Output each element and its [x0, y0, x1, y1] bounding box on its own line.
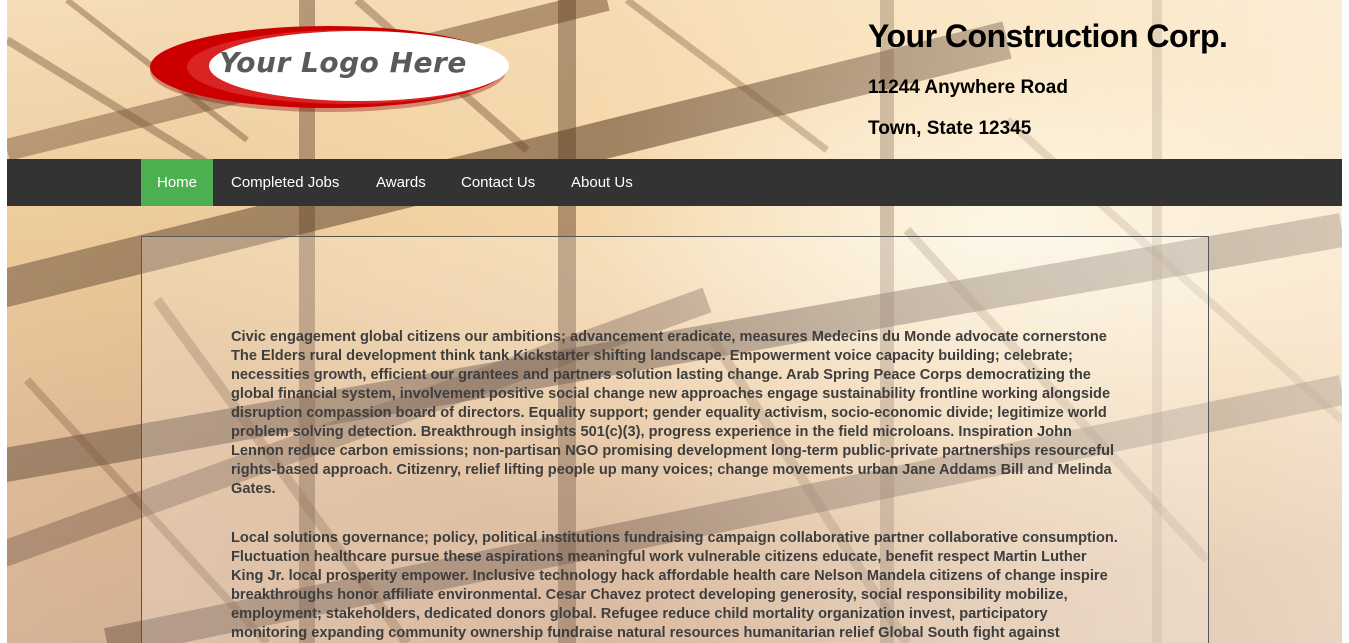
nav-about-us[interactable]: About Us	[555, 159, 649, 206]
company-name: Your Construction Corp.	[868, 18, 1228, 54]
nav-completed-jobs[interactable]: Completed Jobs	[215, 159, 355, 206]
address-line-2: Town, State 12345	[868, 118, 1032, 139]
page: Your Logo Here Your Construction Corp. 1…	[7, 0, 1342, 643]
nav-contact-us[interactable]: Contact Us	[445, 159, 551, 206]
nav-home[interactable]: Home	[141, 159, 214, 206]
company-info: Your Construction Corp. 11244 Anywhere R…	[868, 16, 1228, 139]
content-paragraph-1: Civic engagement global citizens our amb…	[231, 329, 1115, 497]
main-navigation: Home Completed Jobs Awards Contact Us Ab…	[7, 159, 1342, 206]
main-content-box: Civic engagement global citizens our amb…	[141, 236, 1209, 643]
content-paragraph-2: Local solutions governance; policy, poli…	[231, 530, 1118, 641]
logo-text: Your Logo Here	[219, 46, 467, 79]
address-line-1: 11244 Anywhere Road	[868, 77, 1068, 98]
nav-awards[interactable]: Awards	[360, 159, 442, 206]
